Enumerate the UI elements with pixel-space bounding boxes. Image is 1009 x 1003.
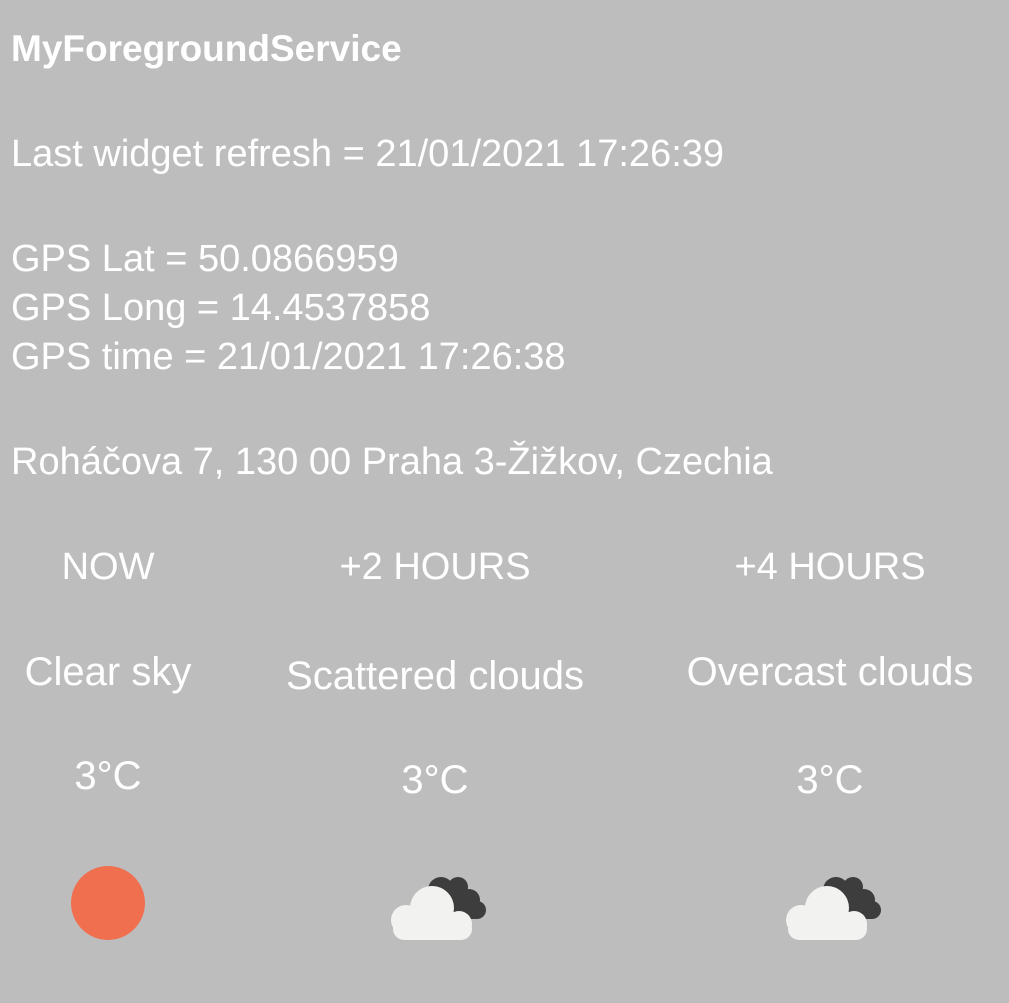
sun-icon: [71, 866, 145, 940]
forecast-description: Scattered clouds: [286, 654, 584, 698]
address-text: Roháčova 7, 130 00 Praha 3-Žižkov, Czech…: [11, 441, 773, 483]
foreground-service-widget[interactable]: MyForegroundService Last widget refresh …: [0, 0, 1009, 1003]
widget-title: MyForegroundService: [11, 28, 402, 69]
forecast-period: NOW: [61, 546, 155, 588]
forecast-description: Clear sky: [24, 650, 192, 694]
forecast-temperature: 3°C: [401, 758, 469, 802]
last-refresh-text: Last widget refresh = 21/01/2021 17:26:3…: [11, 133, 725, 175]
forecast-period: +4 HOURS: [734, 546, 926, 588]
forecast-temperature: 3°C: [74, 754, 142, 798]
scattered-clouds-icon: [391, 877, 486, 940]
gps-longitude: GPS Long = 14.4537858: [11, 287, 431, 329]
forecast-period: +2 HOURS: [339, 546, 531, 588]
overcast-clouds-icon: [786, 877, 881, 940]
gps-time: GPS time = 21/01/2021 17:26:38: [11, 336, 566, 378]
forecast-description: Overcast clouds: [686, 650, 974, 694]
gps-latitude: GPS Lat = 50.0866959: [11, 238, 399, 280]
forecast-temperature: 3°C: [796, 758, 864, 802]
